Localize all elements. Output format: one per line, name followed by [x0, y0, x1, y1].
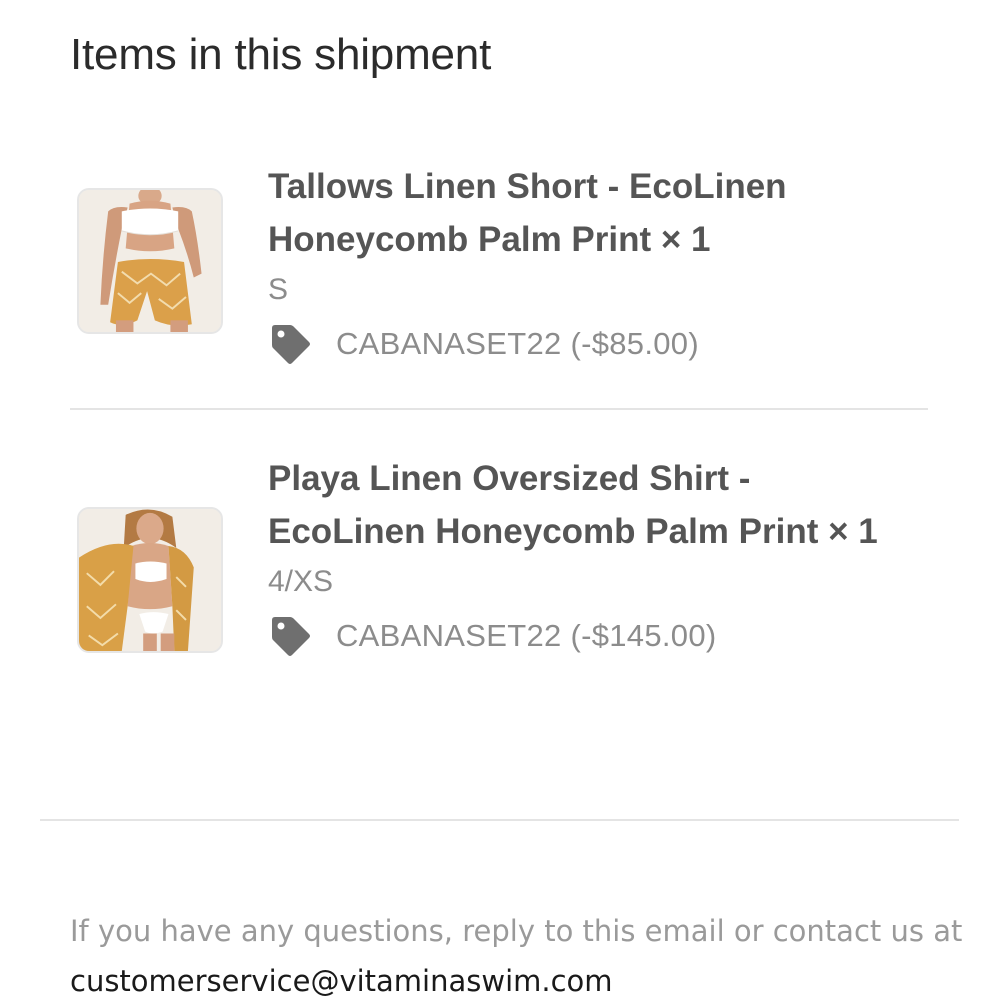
section-divider	[40, 819, 959, 821]
product-name[interactable]: Playa Linen Oversized Shirt - EcoLinen H…	[268, 452, 908, 558]
discount-code: CABANASET22 (-$145.00)	[336, 618, 717, 653]
product-image	[79, 509, 221, 651]
product-thumbnail[interactable]	[77, 507, 223, 653]
discount-row: CABANASET22 (-$85.00)	[268, 324, 908, 364]
product-thumbnail[interactable]	[77, 188, 223, 334]
item-divider	[70, 408, 928, 410]
product-name[interactable]: Tallows Linen Short - EcoLinen Honeycomb…	[268, 160, 908, 266]
tag-icon	[268, 614, 312, 658]
footer-text: If you have any questions, reply to this…	[70, 906, 970, 1006]
footer-message: If you have any questions, reply to this…	[70, 914, 963, 948]
discount-row: CABANASET22 (-$145.00)	[268, 616, 908, 656]
product-variant: S	[268, 273, 289, 306]
product-variant: 4/XS	[268, 565, 334, 598]
tag-icon	[268, 322, 312, 366]
contact-email-link[interactable]: customerservice@vitaminaswim.com	[70, 964, 613, 998]
section-title: Items in this shipment	[70, 30, 492, 79]
discount-code: CABANASET22 (-$85.00)	[336, 326, 699, 361]
product-image	[79, 190, 221, 332]
